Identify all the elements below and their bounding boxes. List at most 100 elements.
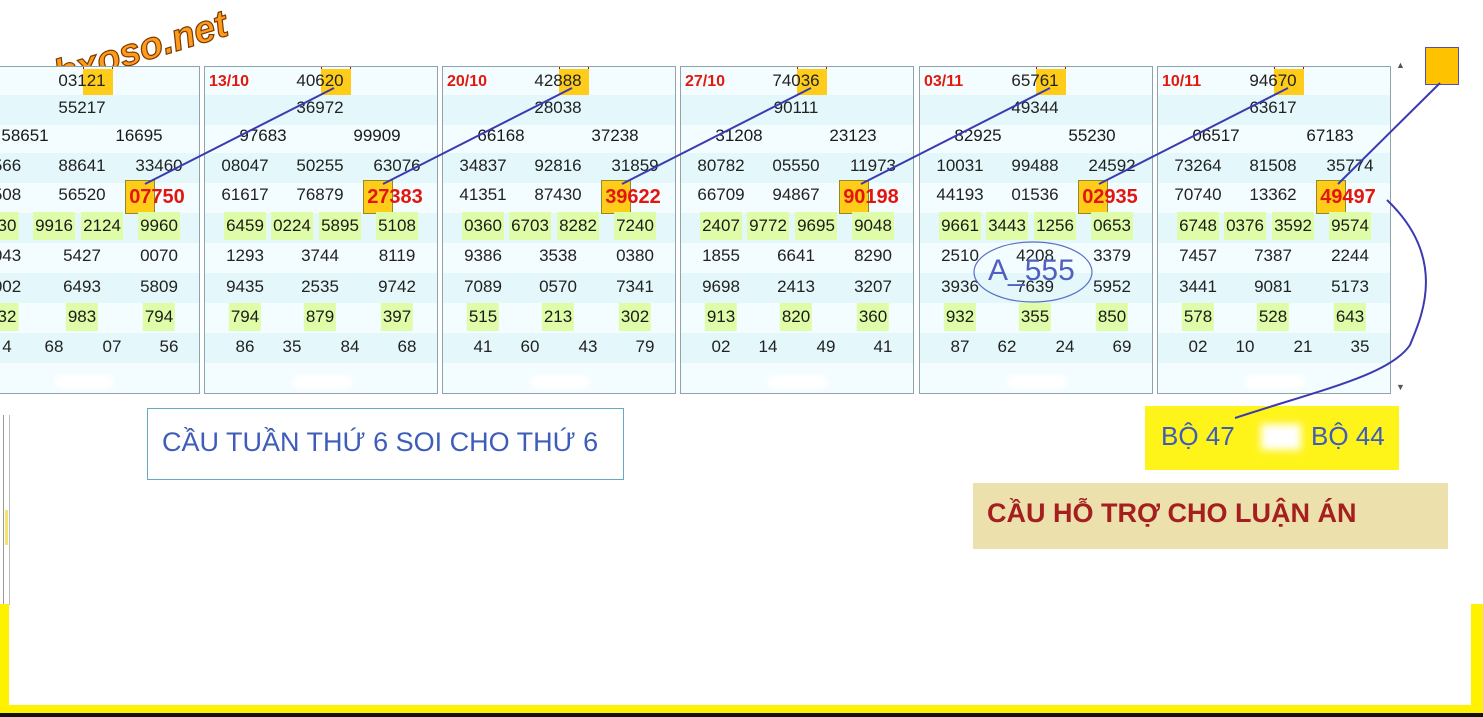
result-number: 0380 [616, 246, 654, 265]
result-number: 8282 [557, 212, 599, 240]
result-number: 9386 [464, 246, 502, 265]
result-number: 60 [520, 337, 540, 356]
result-number: 0360 [462, 212, 504, 240]
result-number: 44193 [936, 185, 984, 204]
result-number: 97683 [239, 126, 287, 145]
result-number: 70740 [1174, 185, 1222, 204]
result-number: 2124 [81, 212, 123, 240]
result-number: 4 [2, 337, 12, 356]
result-number: 9081 [1254, 277, 1292, 296]
result-number: 397 [380, 303, 414, 331]
blurred-footer [1007, 375, 1067, 389]
result-panel: 20/10 42888 28038 66168 37238 34837 92816 31859… [442, 66, 676, 394]
result-number: 002 [0, 277, 22, 296]
result-number: 07 [102, 337, 122, 356]
result-number: 92816 [534, 156, 582, 175]
ellipse-label: A_555 [988, 254, 1075, 287]
bo-left-label: BỘ 47 [1161, 421, 1235, 451]
result-number: 6748 [1177, 212, 1219, 240]
result-panel: 10/11 94670 63617 06517 67183 73264 81508 35774… [1157, 66, 1391, 394]
result-number: 9960 [138, 212, 180, 240]
result-number: 01536 [1011, 185, 1059, 204]
result-number: 2413 [777, 277, 815, 296]
special-number: 39622 [605, 186, 661, 208]
result-number: 99909 [353, 126, 401, 145]
result-panel: 03/11 65761 49344 82925 55230 10031 99488 24592… [919, 66, 1153, 394]
result-number: 1293 [226, 246, 264, 265]
result-number: 37238 [591, 126, 639, 145]
result-number: 7240 [614, 212, 656, 240]
result-number: 86 [235, 337, 255, 356]
scroll-up-icon[interactable]: ▲ [1396, 60, 1405, 70]
result-number: 79 [635, 337, 655, 356]
vertical-scrollbar[interactable] [1392, 50, 1410, 400]
result-number: 62 [997, 337, 1017, 356]
result-number: 24 [1055, 337, 1075, 356]
result-number: 13362 [1249, 185, 1297, 204]
panel-date: 27/10 [685, 73, 726, 90]
result-number: 30 [0, 212, 19, 240]
frame-bottom-bar [0, 705, 1483, 713]
result-panel: 27/10 74036 90111 31208 23123 80782 05550 11973… [680, 66, 914, 394]
special-number: 07750 [129, 186, 185, 208]
result-panel: 1003121552175865116695566886413346050856… [0, 66, 200, 394]
result-number: 360 [856, 303, 890, 331]
left-edge-mark [5, 510, 8, 545]
result-number: 42888 [534, 71, 582, 90]
result-number: 566 [0, 156, 22, 175]
result-number: 5809 [140, 277, 178, 296]
result-number: 49344 [1011, 98, 1059, 117]
result-number: 355 [1018, 303, 1052, 331]
result-number: 66709 [697, 185, 745, 204]
result-number: 2407 [700, 212, 742, 240]
result-number: 65761 [1011, 71, 1059, 90]
result-number: 63076 [373, 156, 421, 175]
result-number: 6703 [509, 212, 551, 240]
result-number: 794 [228, 303, 262, 331]
result-number: 5108 [376, 212, 418, 240]
result-number: 5427 [63, 246, 101, 265]
result-number: 7089 [464, 277, 502, 296]
result-number: 76879 [296, 185, 344, 204]
support-text: CẦU HỖ TRỢ CHO LUẬN ÁN [987, 498, 1357, 528]
result-number: 3744 [301, 246, 339, 265]
result-number: 6459 [224, 212, 266, 240]
result-number: 36972 [296, 98, 344, 117]
blurred-footer [54, 375, 114, 389]
result-number: 10031 [936, 156, 984, 175]
frame-bottom-edge [0, 713, 1483, 717]
result-number: 9661 [939, 212, 981, 240]
result-number: 7457 [1179, 246, 1217, 265]
result-number: 9695 [795, 212, 837, 240]
panel-date: 13/10 [209, 73, 250, 90]
result-number: 94670 [1249, 71, 1297, 90]
result-number: 850 [1095, 303, 1129, 331]
blurred-footer [530, 375, 590, 389]
result-number: 302 [618, 303, 652, 331]
result-number: 82925 [954, 126, 1002, 145]
result-number: 9698 [702, 277, 740, 296]
result-number: 16695 [115, 126, 163, 145]
result-number: 28038 [534, 98, 582, 117]
result-number: 68 [44, 337, 64, 356]
frame-right-bar [1471, 604, 1483, 717]
result-number: 3538 [539, 246, 577, 265]
result-number: 33460 [135, 156, 183, 175]
result-number: 31859 [611, 156, 659, 175]
result-number: 3207 [854, 277, 892, 296]
result-number: 74036 [772, 71, 820, 90]
result-number: 32 [0, 303, 19, 331]
result-number: 61617 [221, 185, 269, 204]
scroll-down-icon[interactable]: ▼ [1396, 382, 1405, 392]
result-number: 40620 [296, 71, 344, 90]
bo-box: BỘ 47 BỘ 44 [1145, 406, 1399, 470]
callout-text: CẦU TUẦN THỨ 6 SOI CHO THỨ 6 [162, 427, 599, 457]
result-number: 3441 [1179, 277, 1217, 296]
special-number: 90198 [843, 186, 899, 208]
result-number: 9742 [378, 277, 416, 296]
result-number: 87430 [534, 185, 582, 204]
result-number: 7387 [1254, 246, 1292, 265]
result-number: 63617 [1249, 98, 1297, 117]
result-number: 11973 [849, 156, 897, 175]
blurred-footer [768, 375, 828, 389]
